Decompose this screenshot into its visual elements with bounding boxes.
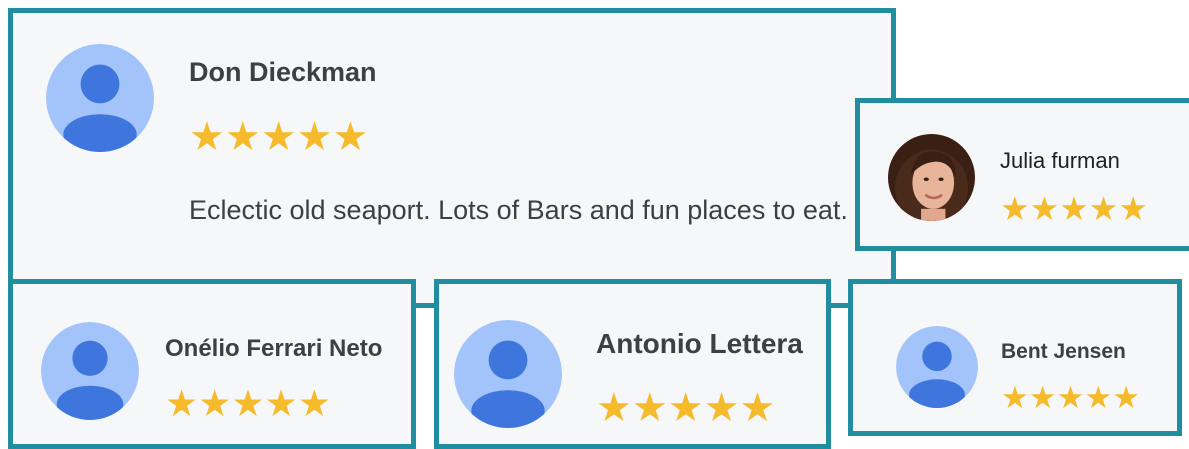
star-icon: ★ [631, 386, 668, 430]
star-icon: ★ [198, 383, 232, 424]
star-rating: ★ ★ ★ ★ ★ [596, 388, 775, 428]
review-card-antonio-lettera: Antonio Lettera ★ ★ ★ ★ ★ [434, 279, 831, 449]
star-icon: ★ [231, 383, 265, 424]
profile-photo-icon [888, 134, 975, 221]
star-icon: ★ [1056, 380, 1085, 415]
default-avatar-icon [896, 326, 978, 408]
star-icon: ★ [739, 386, 776, 430]
review-card-julia-furman: Julia furman ★ ★ ★ ★ ★ [855, 98, 1189, 251]
star-icon: ★ [1112, 380, 1140, 415]
star-icon: ★ [1088, 190, 1119, 227]
star-icon: ★ [703, 386, 740, 430]
star-icon: ★ [189, 115, 225, 159]
reviewer-name: Onélio Ferrari Neto [165, 335, 383, 362]
review-card-bent-jensen: Bent Jensen ★ ★ ★ ★ ★ [848, 279, 1182, 436]
star-rating: ★ ★ ★ ★ ★ [165, 385, 331, 422]
reviewer-name: Julia furman [1000, 148, 1120, 173]
star-rating: ★ ★ ★ ★ ★ [1000, 192, 1148, 225]
star-icon: ★ [297, 383, 331, 424]
star-icon: ★ [264, 383, 298, 424]
default-avatar-icon [454, 320, 562, 428]
reviewer-name: Bent Jensen [1001, 340, 1126, 363]
star-icon: ★ [1084, 380, 1113, 415]
star-icon: ★ [260, 115, 297, 159]
reviewer-name: Don Dieckman [189, 57, 377, 87]
star-icon: ★ [1059, 190, 1089, 227]
star-icon: ★ [1028, 380, 1057, 415]
review-card-don-dieckman: Don Dieckman ★ ★ ★ ★ ★ Eclectic old seaport.… [8, 8, 896, 308]
default-avatar-icon [41, 322, 139, 420]
star-icon: ★ [667, 386, 704, 430]
star-icon: ★ [224, 115, 261, 159]
star-icon: ★ [1000, 190, 1030, 227]
star-icon: ★ [165, 383, 199, 424]
star-rating: ★ ★ ★ ★ ★ [1001, 382, 1140, 413]
star-icon: ★ [596, 386, 632, 430]
review-text: Eclectic old seaport. Lots of Bars and f… [189, 195, 848, 225]
star-icon: ★ [1118, 190, 1148, 227]
star-icon: ★ [296, 115, 333, 159]
star-icon: ★ [1001, 380, 1029, 415]
star-rating: ★ ★ ★ ★ ★ [189, 117, 368, 157]
reviewer-name: Antonio Lettera [596, 328, 803, 359]
default-avatar-icon [46, 44, 154, 152]
star-icon: ★ [1029, 190, 1060, 227]
star-icon: ★ [332, 115, 369, 159]
review-card-onelio-ferrari-neto: Onélio Ferrari Neto ★ ★ ★ ★ ★ [8, 279, 416, 449]
